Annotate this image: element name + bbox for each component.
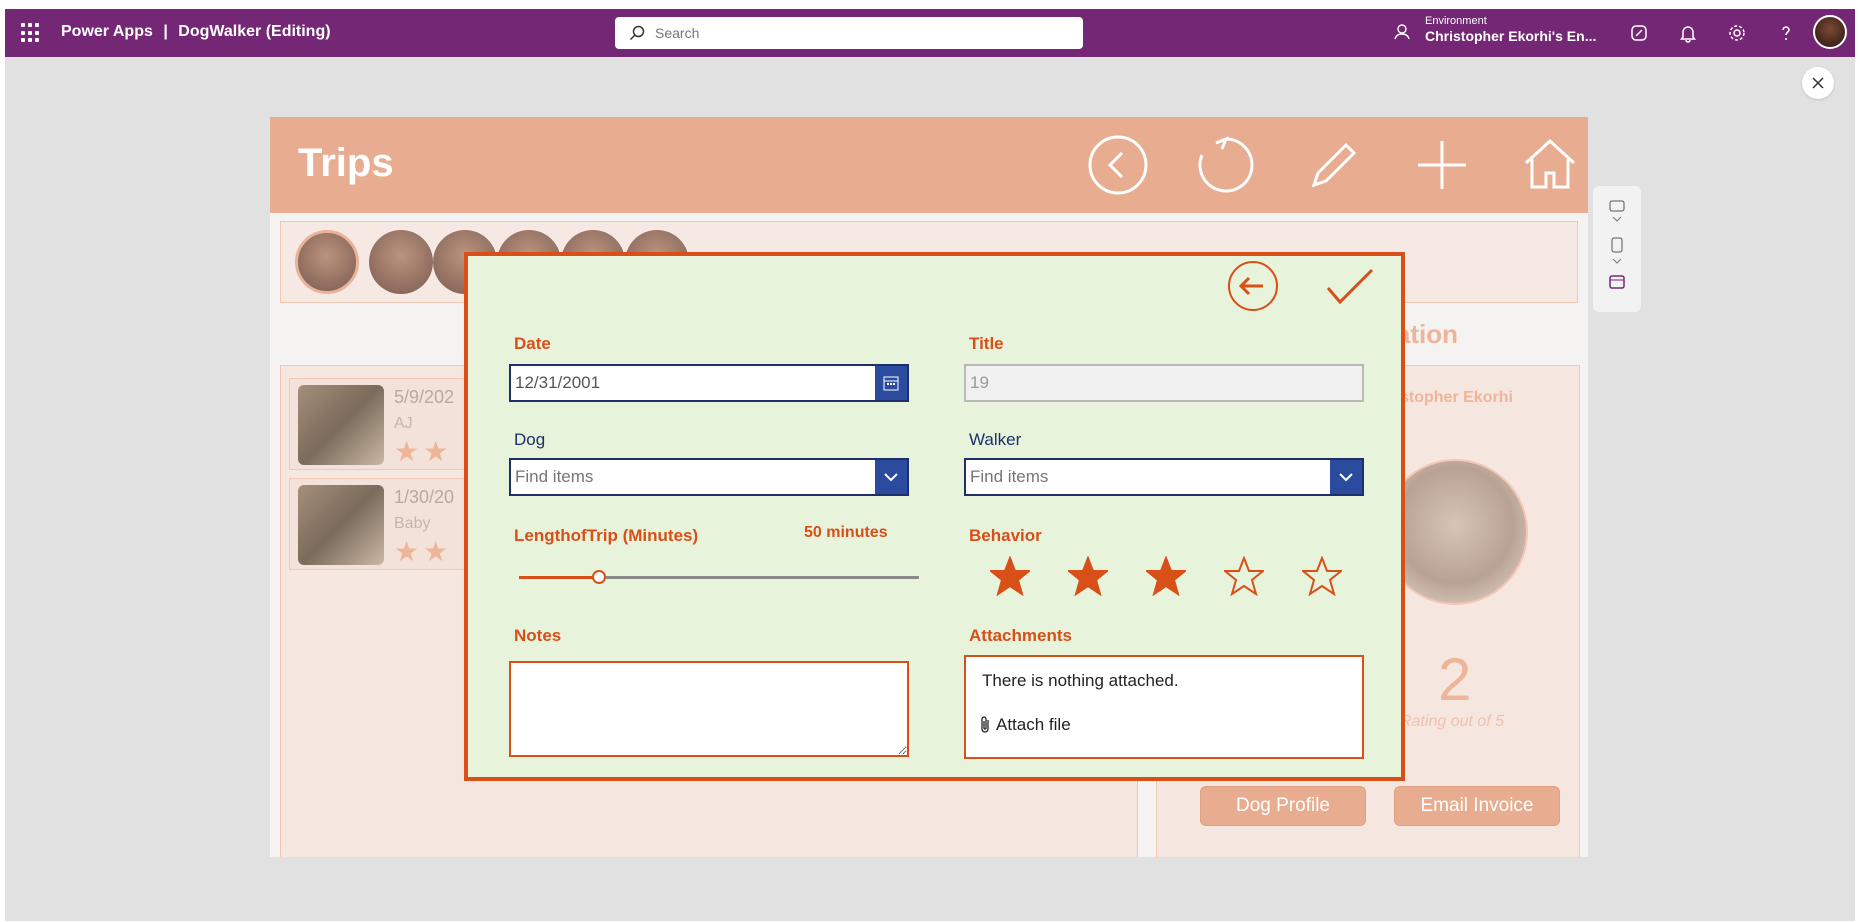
dog-thumbnail bbox=[298, 385, 384, 465]
trip-date: 5/9/202 bbox=[394, 387, 455, 407]
dog-profile-button[interactable]: Dog Profile bbox=[1200, 786, 1366, 826]
walker-name: stopher Ekorhi bbox=[1400, 389, 1513, 406]
walker-search-input[interactable] bbox=[966, 467, 1362, 487]
email-invoice-button[interactable]: Email Invoice bbox=[1394, 786, 1560, 826]
trip-dog-name: Baby bbox=[394, 515, 431, 532]
attach-file-button[interactable]: Attach file bbox=[978, 715, 1071, 735]
environment-picker[interactable]: Environment Christopher Ekorhi's En... bbox=[1425, 15, 1596, 44]
calendar-icon bbox=[883, 376, 899, 391]
slider-fill bbox=[519, 576, 599, 579]
save-check-icon[interactable] bbox=[1326, 268, 1374, 306]
date-picker[interactable] bbox=[509, 364, 909, 402]
trip-rating-stars: ★★ bbox=[394, 436, 453, 467]
walker-dropdown-button[interactable] bbox=[1330, 460, 1362, 494]
date-input[interactable] bbox=[511, 373, 907, 393]
home-icon[interactable] bbox=[1518, 133, 1582, 197]
behavior-label: Behavior bbox=[969, 526, 1042, 545]
behavior-rating[interactable] bbox=[990, 552, 1370, 600]
walker-label: Walker bbox=[969, 430, 1022, 449]
close-preview-button[interactable] bbox=[1802, 67, 1834, 99]
close-icon bbox=[1812, 77, 1824, 89]
device-preview-toolbar bbox=[1593, 186, 1641, 312]
settings-gear-icon[interactable] bbox=[1727, 23, 1747, 43]
star-filled-icon[interactable] bbox=[1146, 556, 1186, 596]
star-empty-icon[interactable] bbox=[1302, 556, 1342, 596]
chevron-down-icon bbox=[1339, 473, 1353, 482]
app-breadcrumb: Power Apps | DogWalker (Editing) bbox=[61, 23, 331, 41]
app-header: Trips bbox=[270, 117, 1588, 213]
title-field bbox=[964, 364, 1364, 402]
length-slider[interactable] bbox=[519, 568, 919, 588]
star-filled-icon[interactable] bbox=[1068, 556, 1108, 596]
phone-icon[interactable] bbox=[1611, 237, 1623, 253]
search-icon bbox=[629, 25, 645, 41]
breadcrumb-separator: | bbox=[163, 23, 168, 40]
dog-label: Dog bbox=[514, 430, 546, 449]
length-of-trip-label: LengthofTrip (Minutes) bbox=[514, 526, 699, 545]
dog-combobox[interactable] bbox=[509, 458, 909, 496]
power-apps-shell: Power Apps | DogWalker (Editing) Environ… bbox=[5, 9, 1855, 921]
title-label: Title bbox=[969, 334, 1004, 353]
notification-bell-icon[interactable] bbox=[1678, 23, 1698, 43]
trip-rating-stars: ★★ bbox=[394, 536, 453, 567]
copilot-icon[interactable] bbox=[1629, 23, 1649, 43]
back-arrow-icon[interactable] bbox=[1227, 260, 1279, 312]
trip-date: 1/30/20 bbox=[394, 487, 455, 507]
attachments-box: There is nothing attached. Attach file bbox=[964, 655, 1364, 759]
edit-trip-form: Date Title Dog Walker LengthofTrip (Minu… bbox=[464, 252, 1405, 781]
slider-thumb[interactable] bbox=[592, 570, 606, 584]
refresh-icon[interactable] bbox=[1194, 133, 1258, 197]
rating-value: 2 bbox=[1438, 646, 1472, 713]
user-avatar[interactable] bbox=[1813, 15, 1847, 49]
chevron-down-icon bbox=[1612, 216, 1622, 222]
tablet-icon[interactable] bbox=[1609, 200, 1625, 212]
attach-file-label: Attach file bbox=[996, 715, 1071, 734]
notes-textarea[interactable] bbox=[509, 661, 909, 757]
app-launcher-icon[interactable] bbox=[21, 23, 41, 43]
top-bar: Power Apps | DogWalker (Editing) Environ… bbox=[5, 9, 1855, 57]
search-input[interactable] bbox=[655, 25, 1055, 41]
dog-thumbnail bbox=[298, 485, 384, 565]
date-label: Date bbox=[514, 334, 551, 353]
environment-value: Christopher Ekorhi's En... bbox=[1425, 28, 1597, 44]
paperclip-icon bbox=[981, 716, 989, 733]
edit-pencil-icon[interactable] bbox=[1302, 133, 1366, 197]
add-plus-icon[interactable] bbox=[1410, 133, 1474, 197]
page-title: Trips bbox=[298, 141, 394, 185]
walker-avatar[interactable] bbox=[295, 230, 359, 294]
product-name[interactable]: Power Apps bbox=[61, 23, 153, 40]
app-title: DogWalker (Editing) bbox=[178, 23, 331, 40]
web-preview-icon[interactable] bbox=[1609, 275, 1625, 289]
notes-label: Notes bbox=[514, 626, 562, 645]
star-empty-icon[interactable] bbox=[1224, 556, 1264, 596]
trip-dog-name: AJ bbox=[394, 415, 413, 432]
walker-combobox[interactable] bbox=[964, 458, 1364, 496]
attachments-label: Attachments bbox=[969, 626, 1072, 645]
title-input bbox=[966, 373, 1362, 393]
walker-avatar[interactable] bbox=[369, 230, 433, 294]
attachments-empty-message: There is nothing attached. bbox=[982, 671, 1179, 690]
dog-search-input[interactable] bbox=[511, 467, 907, 487]
length-value-text: 50 minutes bbox=[804, 524, 888, 541]
calendar-button[interactable] bbox=[875, 366, 907, 400]
help-icon[interactable] bbox=[1776, 23, 1796, 43]
environment-label: Environment bbox=[1425, 15, 1487, 27]
rating-caption: Rating out of 5 bbox=[1400, 713, 1505, 730]
chevron-down-icon bbox=[884, 473, 898, 482]
chevron-down-icon bbox=[1612, 258, 1622, 264]
dog-dropdown-button[interactable] bbox=[875, 460, 907, 494]
back-circle-icon[interactable] bbox=[1086, 133, 1150, 197]
environment-icon bbox=[1394, 24, 1410, 40]
star-filled-icon[interactable] bbox=[990, 556, 1030, 596]
search-box[interactable] bbox=[615, 17, 1083, 49]
